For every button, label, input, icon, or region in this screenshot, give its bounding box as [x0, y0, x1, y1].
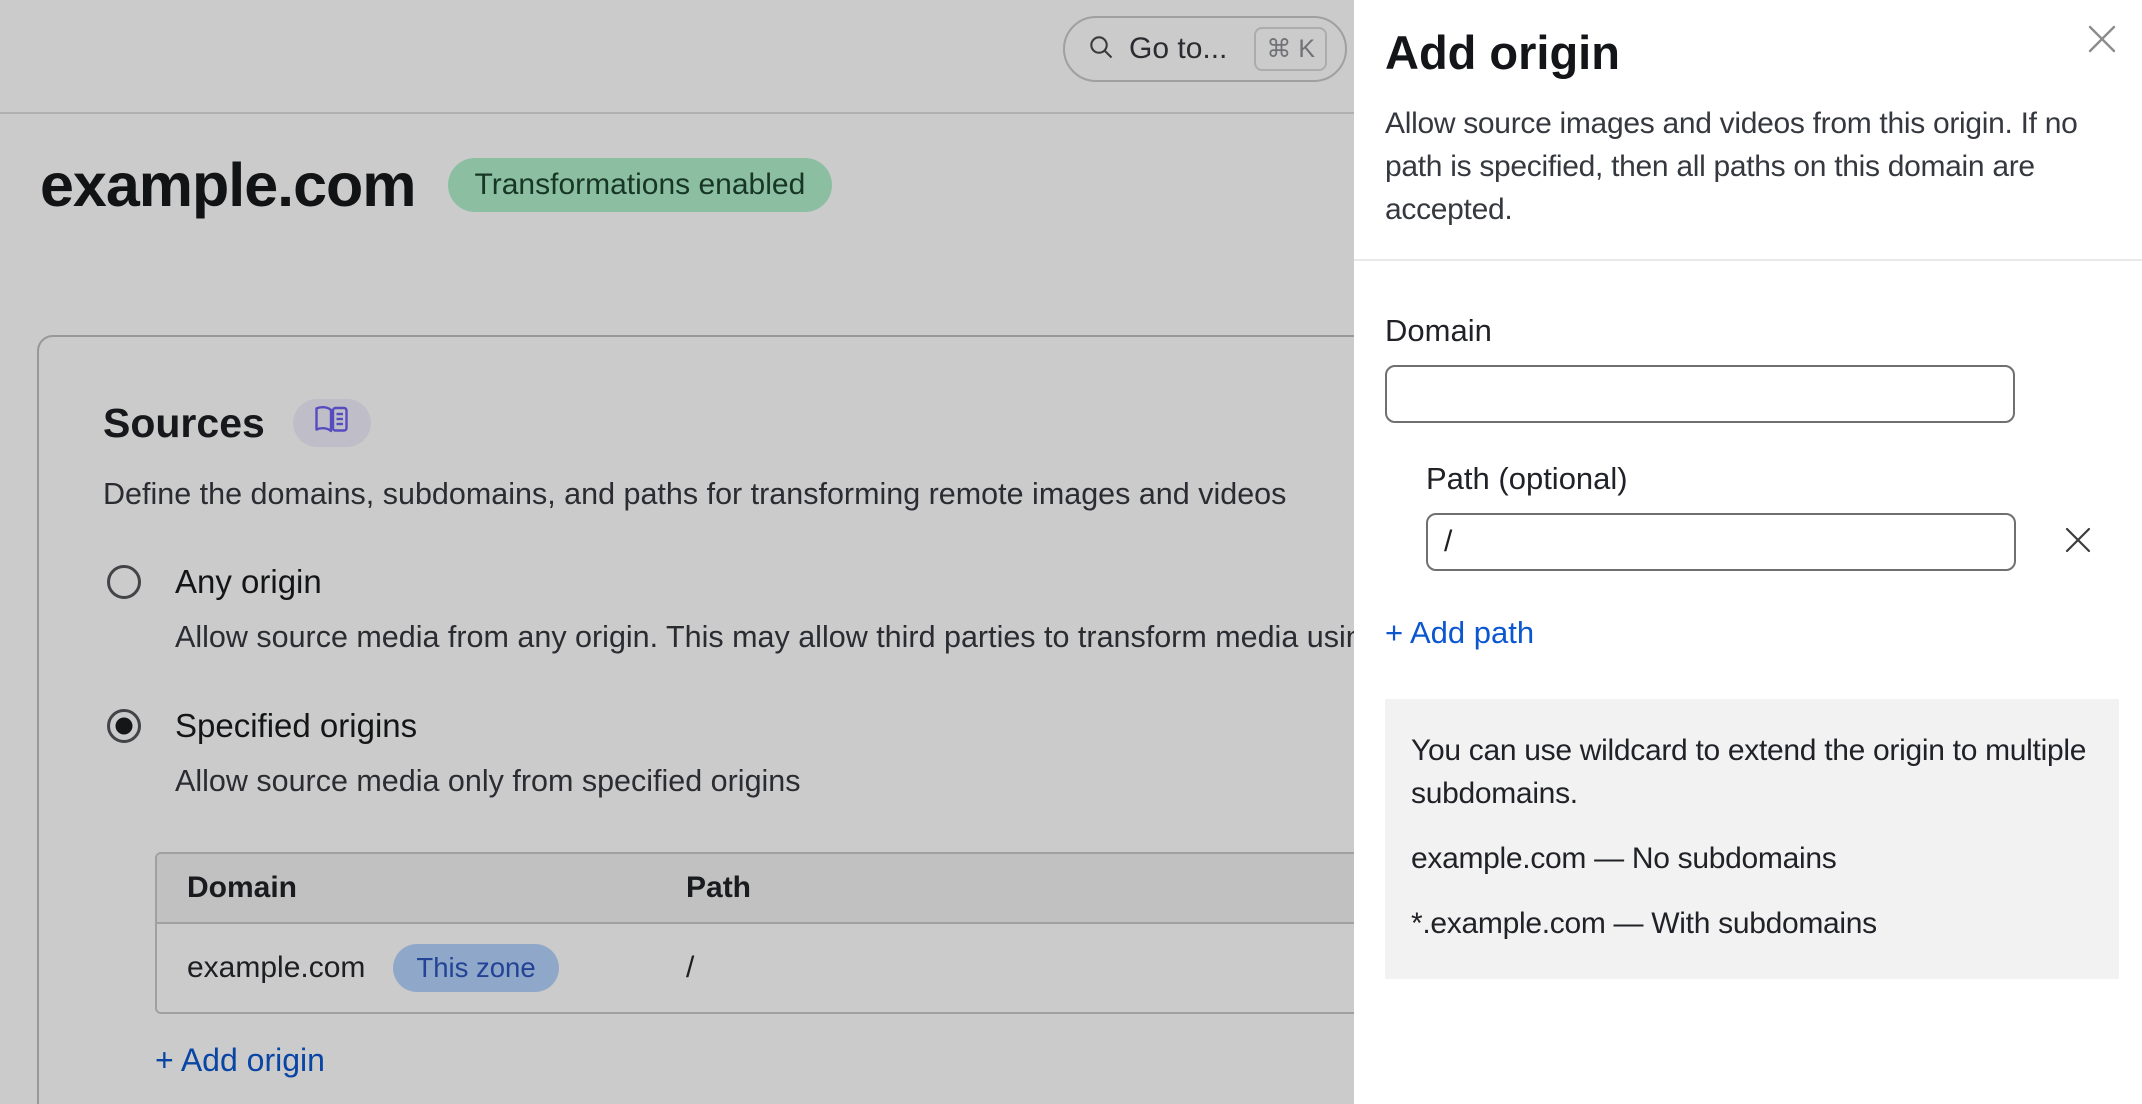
remove-icon [2061, 523, 2095, 560]
drawer-description: Allow source images and videos from this… [1385, 102, 2119, 231]
info-example-with-subdomains: *.example.com — With subdomains [1411, 902, 2093, 945]
domain-input[interactable] [1385, 365, 2015, 423]
add-origin-drawer: Add origin Allow source images and video… [1354, 0, 2142, 1104]
close-icon [2084, 21, 2120, 60]
add-path-link[interactable]: + Add path [1385, 615, 1534, 651]
domain-field-label: Domain [1385, 313, 2119, 349]
domain-field-group: Domain [1385, 313, 2119, 423]
info-text: You can use wildcard to extend the origi… [1411, 729, 2093, 815]
path-input[interactable] [1426, 513, 2016, 571]
wildcard-info-box: You can use wildcard to extend the origi… [1385, 699, 2119, 979]
remove-path-button[interactable] [2058, 521, 2098, 561]
close-button[interactable] [2080, 18, 2124, 62]
drawer-title: Add origin [1385, 25, 2119, 80]
path-field-label: Path (optional) [1426, 461, 2119, 497]
info-example-no-subdomains: example.com — No subdomains [1411, 837, 2093, 880]
divider [1354, 259, 2142, 261]
path-field-group: Path (optional) [1426, 461, 2119, 571]
